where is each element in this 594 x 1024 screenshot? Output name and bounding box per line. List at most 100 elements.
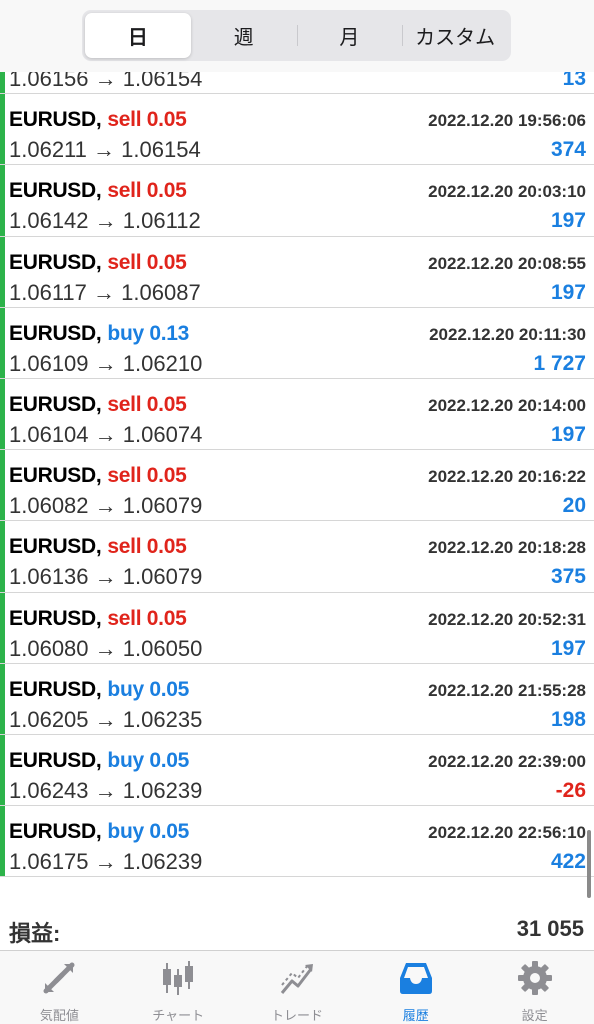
trade-side-volume: sell 0.05	[107, 392, 187, 416]
trade-prices: 1.06211 → 1.06154	[9, 137, 201, 163]
arrow-icon: →	[94, 635, 117, 661]
trade-row[interactable]: EURUSD, sell 0.05 2022.12.20 20:18:28 1.061…	[0, 521, 594, 593]
trade-symbol: EURUSD, sell 0.05	[9, 250, 187, 275]
trade-prices: 1.06109 → 1.06210	[9, 351, 202, 377]
trade-time: 2022.12.20 22:56:10	[428, 823, 586, 843]
close-price: 1.06079	[122, 564, 203, 590]
tab-trade-label: トレード	[270, 1008, 323, 1023]
segment-week[interactable]: 週	[191, 13, 297, 58]
trade-symbol: EURUSD, sell 0.05	[9, 179, 187, 203]
total-profit-value: 31 055	[516, 916, 584, 941]
trade-time: 2022.12.20 20:14:00	[428, 395, 586, 415]
tab-trade[interactable]: トレード	[238, 951, 357, 1024]
trade-time: 2022.12.20 20:03:10	[428, 182, 586, 202]
open-price: 1.06175	[9, 849, 89, 875]
scrollbar[interactable]	[587, 830, 591, 898]
trade-time: 2022.12.20 20:18:28	[428, 538, 586, 558]
close-price: 1.06154	[122, 72, 203, 91]
tab-chart-label: チャート	[152, 1008, 205, 1023]
close-price: 1.06050	[122, 635, 203, 661]
period-segmented-control: 日 週 月 カスタム	[82, 10, 511, 61]
open-price: 1.06156	[9, 72, 89, 91]
open-price: 1.06243	[9, 777, 89, 803]
open-price: 1.06080	[9, 635, 89, 661]
trade-row[interactable]: EURUSD, sell 0.05 2022.12.20 19:56:06 1.062…	[0, 94, 594, 166]
arrow-icon: →	[94, 72, 117, 91]
trade-symbol: EURUSD, buy 0.13	[9, 322, 189, 346]
tab-history[interactable]: 履歴	[356, 951, 475, 1024]
arrow-icon: →	[94, 777, 117, 803]
open-price: 1.06136	[9, 564, 89, 590]
trade-row[interactable]: EURUSD, buy 0.05 2022.12.20 22:39:00 1.0624…	[0, 734, 594, 807]
trade-row[interactable]: EURUSD, buy 0.13 2022.12.20 20:11:30 1.0610…	[0, 307, 594, 379]
trade-time: 2022.12.20 21:55:28	[428, 680, 586, 700]
close-price: 1.06074	[122, 421, 203, 447]
arrow-icon: →	[93, 137, 116, 163]
arrow-icon: →	[94, 849, 117, 875]
trade-row[interactable]: EURUSD, buy 0.05 2022.12.20 21:55:28 1.0620…	[0, 663, 594, 735]
open-price: 1.06104	[9, 421, 89, 447]
settings-icon	[517, 961, 552, 995]
trade-side-volume: buy 0.05	[107, 820, 190, 844]
history-icon	[399, 963, 432, 994]
symbol-name: EURUSD,	[9, 464, 102, 488]
trade-time: 2022.12.20 20:16:22	[428, 467, 586, 487]
trade-profit: 13	[562, 72, 586, 90]
symbol-name: EURUSD,	[9, 321, 102, 345]
open-price: 1.06117	[9, 279, 87, 305]
trade-symbol: EURUSD, sell 0.05	[9, 606, 187, 631]
arrow-icon: →	[93, 279, 116, 305]
tab-settings[interactable]: 設定	[475, 951, 594, 1024]
open-price: 1.06109	[9, 350, 89, 376]
trade-side-volume: sell 0.05	[107, 535, 187, 559]
trade-prices: 1.06175 → 1.06239	[9, 849, 202, 875]
trade-prices: 1.06142 → 1.06112	[9, 208, 201, 234]
trade-profit: 422	[550, 850, 586, 874]
segment-day[interactable]: 日	[85, 13, 191, 58]
trade-side-volume: sell 0.05	[107, 606, 187, 630]
trade-profit: 374	[550, 138, 586, 162]
trade-side-volume: buy 0.13	[107, 321, 190, 345]
trade-symbol: EURUSD, sell 0.05	[9, 464, 187, 488]
trade-profit: 198	[550, 707, 586, 731]
trade-icon	[280, 964, 313, 994]
close-price: 1.06087	[121, 279, 201, 305]
trade-row[interactable]: EURUSD, sell 0.05 2022.12.20 20:52:31 1.060…	[0, 592, 594, 664]
trade-prices: 1.06117 → 1.06087	[9, 280, 201, 306]
symbol-name: EURUSD,	[9, 606, 102, 630]
arrow-icon: →	[94, 706, 117, 732]
arrow-icon: →	[94, 421, 117, 447]
trade-row[interactable]: EURUSD, sell 0.05 2022.12.20 20:08:55 1.061…	[0, 236, 594, 308]
symbol-name: EURUSD,	[9, 392, 102, 416]
trade-row[interactable]: EURUSD, sell 0.05 2022.12.20 20:03:10 1.061…	[0, 165, 594, 237]
symbol-name: EURUSD,	[9, 250, 102, 274]
close-price: 1.06112	[122, 208, 201, 234]
trade-row[interactable]: EURUSD, sell 0.05 2022.12.20 20:14:00 1.061…	[0, 378, 594, 451]
segment-custom[interactable]: カスタム	[402, 13, 508, 58]
trade-profit: -26	[555, 778, 586, 802]
trade-profit: 1 727	[533, 351, 586, 375]
trade-row[interactable]: EURUSD,sell 0.052022.12.20 19:49:531.061…	[0, 72, 594, 95]
trade-side-volume: sell 0.05	[107, 108, 187, 132]
tab-settings-label: 設定	[521, 1008, 548, 1023]
tab-chart[interactable]: チャート	[119, 951, 238, 1024]
trade-row[interactable]: EURUSD, buy 0.05 2022.12.20 22:56:10 1.0617…	[0, 806, 594, 878]
trade-row[interactable]: EURUSD, sell 0.05 2022.12.20 20:16:22 1.060…	[0, 450, 594, 522]
segment-month[interactable]: 月	[296, 13, 403, 58]
symbol-name: EURUSD,	[9, 108, 102, 132]
history-list[interactable]: EURUSD,sell 0.052022.12.20 19:49:531.061…	[0, 72, 594, 904]
close-price: 1.06210	[122, 350, 203, 376]
close-price: 1.06239	[122, 849, 203, 875]
trade-side-volume: sell 0.05	[107, 464, 187, 488]
symbol-name: EURUSD,	[9, 535, 102, 559]
tab-bar: 気配値 チャート トレード 履歴 設定	[0, 950, 594, 1024]
trade-time: 2022.12.20 20:52:31	[428, 609, 586, 629]
trade-profit: 197	[550, 280, 586, 304]
close-price: 1.06154	[121, 137, 201, 163]
tab-quotes[interactable]: 気配値	[0, 951, 119, 1024]
tab-quotes-label: 気配値	[39, 1008, 79, 1023]
trade-prices: 1.06205 → 1.06235	[9, 707, 202, 733]
symbol-name: EURUSD,	[9, 820, 102, 844]
trade-time: 2022.12.20 20:08:55	[428, 253, 586, 273]
open-price: 1.06082	[9, 493, 89, 519]
